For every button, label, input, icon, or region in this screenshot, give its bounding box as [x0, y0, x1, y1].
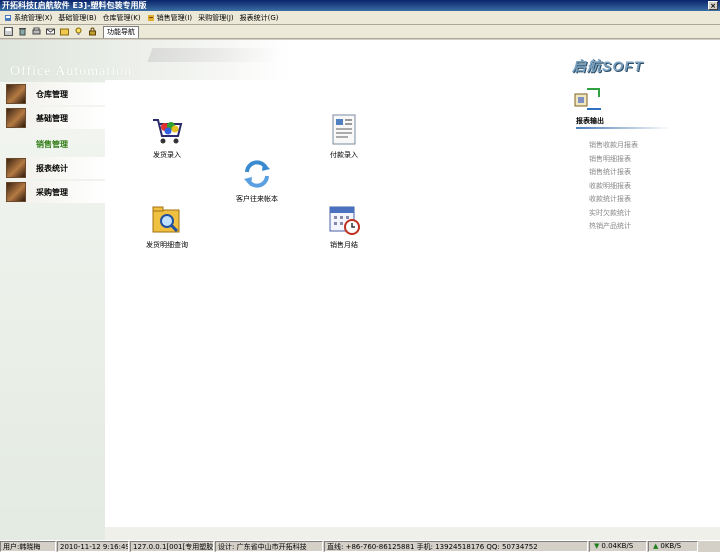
report-title: 报表输出	[576, 117, 604, 125]
system-icon	[5, 14, 11, 21]
menu-purchase-label: 采购管理(J)	[198, 13, 234, 22]
report-list: 销售收款月报表 销售明细报表 销售统计报表 收款明细报表 收款统计报表 实时欠款…	[589, 140, 638, 235]
menu-system-label: 系统管理(X)	[14, 13, 53, 22]
menu-basic[interactable]: 基础管理(B)	[56, 12, 98, 24]
nav-item-label: 报表统计	[36, 163, 68, 173]
menu-system[interactable]: 系统管理(X)	[2, 12, 54, 24]
report-link[interactable]: 收款统计报表	[589, 194, 638, 208]
menu-bar: 系统管理(X) 基础管理(B) 仓库管理(K) 销售管理(I) 采购管理(J) …	[0, 11, 720, 25]
brand-logo: 启航SOFT	[572, 58, 644, 74]
shipping-detail-query-button[interactable]: 发货明细查询	[127, 202, 207, 250]
report-link[interactable]: 热销产品统计	[589, 221, 638, 235]
refresh-icon	[239, 156, 275, 192]
menu-sales[interactable]: 销售管理(I)	[145, 12, 195, 24]
mail-icon[interactable]	[45, 26, 56, 37]
title-bar: 开拓科技[启航软件 E3]-塑料包装专用版 ×	[0, 0, 720, 11]
report-title-underline	[576, 127, 671, 129]
left-header-banner: Office Automation	[0, 40, 290, 82]
download-speed: 0.04KB/S	[601, 542, 634, 550]
status-user: 用户:韩晓梅	[0, 541, 56, 552]
warehouse-thumb-icon	[6, 84, 26, 104]
report-link[interactable]: 实时欠款统计	[589, 208, 638, 222]
nav-item-label: 基础管理	[36, 113, 68, 123]
trash-icon[interactable]	[17, 26, 28, 37]
document-icon	[326, 112, 362, 148]
payment-entry-button[interactable]: 付款录入	[304, 112, 384, 160]
basic-thumb-icon	[6, 108, 26, 128]
upload-arrow-icon: ▲	[653, 542, 659, 550]
payment-entry-label: 付款录入	[330, 151, 358, 159]
content-footer	[105, 527, 720, 540]
menu-basic-label: 基础管理(B)	[58, 13, 97, 22]
nav-item-label: 采购管理	[36, 187, 68, 197]
main-area: Office Automation 仓库管理 基础管理 销售管理 报表统计 采购…	[0, 40, 720, 540]
window-title: 开拓科技[启航软件 E3]-塑料包装专用版	[2, 1, 147, 10]
report-link[interactable]: 销售明细报表	[589, 154, 638, 168]
sales-icon	[147, 14, 154, 21]
bulb-icon[interactable]	[73, 26, 84, 37]
shipping-entry-label: 发货录入	[153, 151, 181, 159]
status-datetime: 2010-11-12 9:16:49	[57, 541, 129, 552]
toolbar: 功能导航	[0, 25, 720, 39]
purchase-thumb-icon	[6, 182, 26, 202]
customer-ledger-button[interactable]: 客户往来帐本	[217, 156, 297, 204]
nav-item-label: 仓库管理	[36, 89, 68, 99]
calendar-clock-icon	[326, 202, 362, 238]
menu-purchase[interactable]: 采购管理(J)	[196, 12, 236, 24]
status-design: 设计: 广东省中山市开拓科技	[215, 541, 323, 552]
close-button[interactable]: ×	[708, 1, 718, 10]
banner-stripe	[147, 48, 283, 62]
menu-reports-label: 报表统计(G)	[239, 13, 279, 22]
download-arrow-icon: ▼	[594, 542, 600, 550]
status-download: ▼ 0.04KB/S	[589, 541, 647, 552]
status-server: 127.0.0.1[001[专用塑胶]	[130, 541, 214, 552]
report-link[interactable]: 销售统计报表	[589, 167, 638, 181]
folder-icon[interactable]	[59, 26, 70, 37]
menu-warehouse[interactable]: 仓库管理(K)	[101, 12, 143, 24]
nav-item-reports[interactable]: 报表统计	[6, 157, 105, 179]
nav-item-purchase[interactable]: 采购管理	[6, 181, 105, 203]
shipping-entry-button[interactable]: 发货录入	[127, 112, 207, 160]
print-icon[interactable]	[31, 26, 42, 37]
save-icon[interactable]	[3, 26, 14, 37]
report-link[interactable]: 销售收款月报表	[589, 140, 638, 154]
monthly-sales-close-button[interactable]: 销售月结	[304, 202, 384, 250]
tab-function-nav[interactable]: 功能导航	[103, 25, 139, 38]
monthly-sales-close-label: 销售月结	[330, 241, 358, 249]
shipping-detail-query-label: 发货明细查询	[146, 241, 188, 249]
nav-item-basic[interactable]: 基础管理	[6, 107, 105, 129]
upload-speed: 0KB/S	[660, 542, 682, 550]
nav-item-label: 销售管理	[36, 139, 68, 149]
report-link[interactable]: 收款明细报表	[589, 181, 638, 195]
menu-warehouse-label: 仓库管理(K)	[102, 13, 141, 22]
menu-sales-label: 销售管理(I)	[156, 13, 193, 22]
status-bar: 用户:韩晓梅 2010-11-12 9:16:49 127.0.0.1[001[…	[0, 540, 720, 552]
status-contact: 直线: +86-760-86125881 手机: 13924518176 QQ:…	[324, 541, 588, 552]
customer-ledger-label: 客户往来帐本	[236, 195, 278, 203]
left-panel-footer	[0, 527, 105, 540]
status-upload: ▲ 0KB/S	[648, 541, 698, 552]
banner-text: Office Automation	[10, 64, 133, 79]
lock-icon[interactable]	[87, 26, 98, 37]
folder-search-icon	[149, 202, 185, 238]
reports-thumb-icon	[6, 158, 26, 178]
cart-icon	[149, 112, 185, 148]
report-icon	[573, 84, 603, 114]
menu-reports[interactable]: 报表统计(G)	[238, 12, 281, 24]
report-panel: 启航SOFT 报表输出 销售收款月报表 销售明细报表 销售统计报表 收款明细报表…	[570, 40, 720, 240]
nav-item-warehouse[interactable]: 仓库管理	[6, 83, 105, 105]
